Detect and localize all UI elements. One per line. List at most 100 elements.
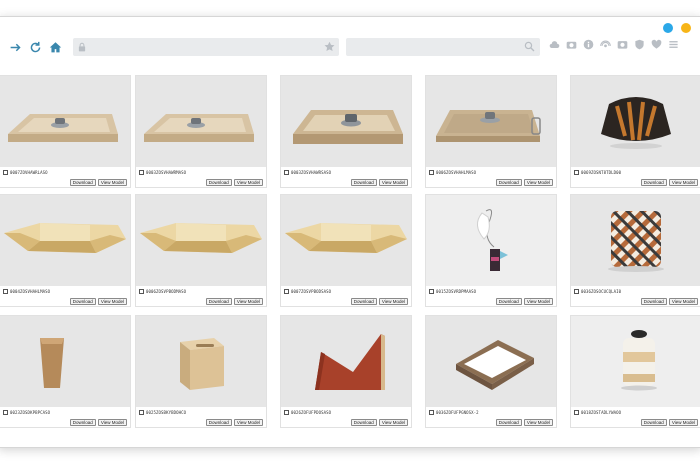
view-model-button[interactable]: View Model [97,179,127,186]
product-label-row: 0004ZOSVHAHLMASO [3,289,50,294]
view-model-button[interactable]: View Model [233,179,263,186]
view-model-button[interactable]: View Model [378,179,408,186]
view-model-button[interactable]: View Model [378,419,408,426]
select-checkbox[interactable] [139,289,144,294]
shield-icon[interactable] [634,39,645,50]
yellow-dot[interactable] [681,23,691,33]
view-model-button[interactable]: View Model [668,179,698,186]
product-thumbnail[interactable] [571,195,700,286]
product-card[interactable]: 0036ZOFUFPGNOSX-2 Download View Model [425,315,557,428]
select-checkbox[interactable] [574,289,579,294]
product-thumbnail[interactable] [136,76,266,167]
product-card[interactable]: 0026ZOFUFPDOSASO Download View Model [280,315,412,428]
forward-button[interactable] [5,37,25,57]
download-button[interactable]: Download [205,419,232,426]
product-thumbnail[interactable] [0,316,130,407]
view-model-button[interactable]: View Model [97,298,127,305]
select-checkbox[interactable] [574,410,579,415]
view-model-button[interactable]: View Model [523,179,553,186]
camera-icon[interactable] [566,39,577,50]
info-icon[interactable] [583,39,594,50]
select-checkbox[interactable] [284,170,289,175]
heart-icon[interactable] [651,39,662,50]
product-card[interactable]: 0003ZOSVHAWRSASO Download View Model [280,75,412,188]
download-button[interactable]: Download [69,419,96,426]
product-card[interactable]: 0003ZOSVHAWRMASO Download View Model [135,75,267,188]
select-checkbox[interactable] [139,170,144,175]
menu-icon[interactable] [668,39,679,50]
product-card[interactable]: 0004ZOSVHAHLMASO Download View Model [0,194,131,307]
download-button[interactable]: Download [640,419,667,426]
download-button[interactable]: Download [69,179,96,186]
product-thumbnail[interactable] [281,76,411,167]
select-checkbox[interactable] [284,289,289,294]
select-checkbox[interactable] [574,170,579,175]
product-thumbnail[interactable] [426,316,556,407]
product-thumbnail[interactable] [281,316,411,407]
view-model-button[interactable]: View Model [97,419,127,426]
view-model-button[interactable]: View Model [233,298,263,305]
product-thumbnail[interactable] [281,195,411,286]
reload-icon [30,41,40,52]
product-card[interactable]: 0023ZOSDKPBPCASO Download View Model [0,315,131,428]
blue-dot[interactable] [663,23,673,33]
select-checkbox[interactable] [429,410,434,415]
cloud-icon[interactable] [549,39,560,50]
view-model-button[interactable]: View Model [233,419,263,426]
address-bar[interactable] [73,38,339,56]
download-button[interactable]: Download [640,179,667,186]
select-checkbox[interactable] [429,170,434,175]
search-icon[interactable] [524,41,535,52]
view-model-button[interactable]: View Model [668,419,698,426]
select-checkbox[interactable] [3,410,8,415]
product-label-row: 0003ZOSVHAWRMASO [139,170,186,175]
card-actions: Download View Model [350,419,408,426]
download-button[interactable]: Download [640,298,667,305]
card-actions: Download View Model [69,298,127,305]
home-button[interactable] [45,37,65,57]
star-icon[interactable] [324,41,335,52]
download-button[interactable]: Download [350,179,377,186]
product-thumbnail[interactable] [571,316,700,407]
broadcast-icon[interactable] [600,39,611,50]
search-bar[interactable] [346,38,540,56]
select-checkbox[interactable] [3,170,8,175]
product-thumbnail[interactable] [0,195,130,286]
view-model-button[interactable]: View Model [523,298,553,305]
product-card[interactable]: 0036ZOSOCUCQLAI0 Download View Model [570,194,700,307]
product-card[interactable]: 0007ZOVHAWRLASO Download View Model [0,75,131,188]
select-checkbox[interactable] [139,410,144,415]
product-thumbnail[interactable] [136,316,266,407]
photo-icon[interactable] [617,39,628,50]
select-checkbox[interactable] [429,289,434,294]
product-thumbnail[interactable] [571,76,700,167]
product-thumbnail[interactable] [136,195,266,286]
product-label-row: 0015ZOSVRDPMAASO [429,289,476,294]
product-card[interactable]: 0007ZOSVPBODSASO Download View Model [280,194,412,307]
product-card[interactable]: 0069ZOSNT8TDLD00 Download View Model [570,75,700,188]
product-thumbnail[interactable] [426,76,556,167]
product-card[interactable]: 0006ZOSVHAHLMASO Download View Model [425,75,557,188]
select-checkbox[interactable] [284,410,289,415]
card-actions: Download View Model [495,298,553,305]
download-button[interactable]: Download [69,298,96,305]
product-card[interactable]: 0006ZOSVPBODMASO Download View Model [135,194,267,307]
view-model-button[interactable]: View Model [378,298,408,305]
card-actions: Download View Model [495,179,553,186]
view-model-button[interactable]: View Model [523,419,553,426]
product-card[interactable]: 0025ZOSBKYBDOHCO Download View Model [135,315,267,428]
view-model-button[interactable]: View Model [668,298,698,305]
download-button[interactable]: Download [205,298,232,305]
download-button[interactable]: Download [495,179,522,186]
download-button[interactable]: Download [205,179,232,186]
download-button[interactable]: Download [350,298,377,305]
download-button[interactable]: Download [495,298,522,305]
product-card[interactable]: 0018ZOSTADLYWAOO Download View Model [570,315,700,428]
download-button[interactable]: Download [495,419,522,426]
select-checkbox[interactable] [3,289,8,294]
product-thumbnail[interactable] [0,76,130,167]
download-button[interactable]: Download [350,419,377,426]
product-card[interactable]: 0015ZOSVRDPMAASO Download View Model [425,194,557,307]
product-thumbnail[interactable] [426,195,556,286]
reload-button[interactable] [25,37,45,57]
